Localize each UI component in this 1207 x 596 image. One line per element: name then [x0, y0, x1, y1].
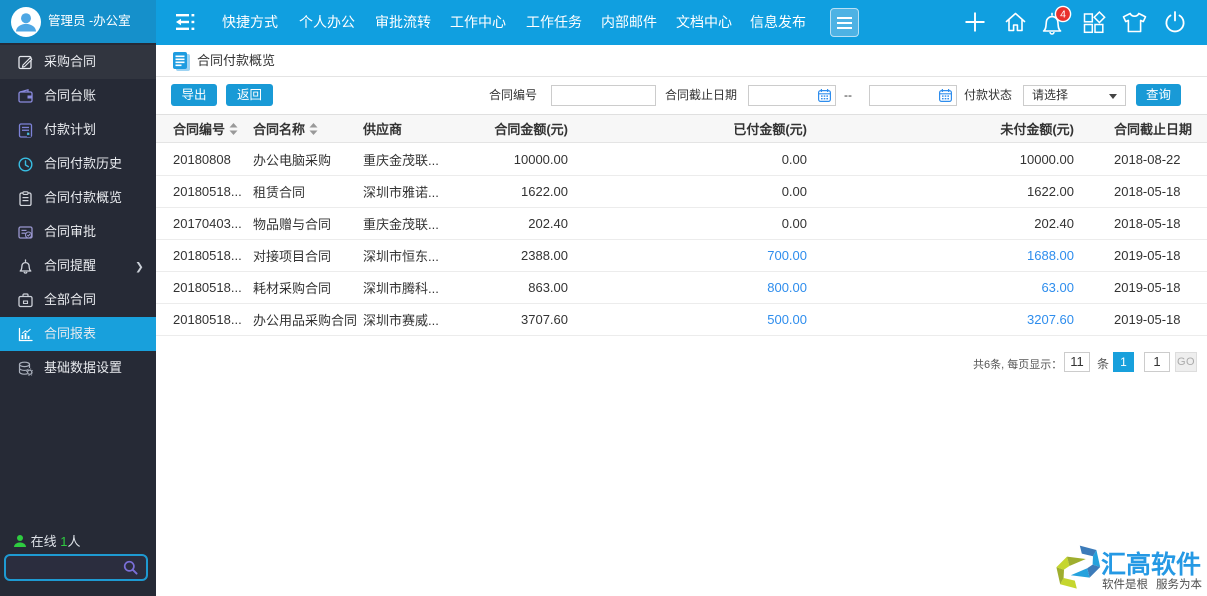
svg-text:4: 4 [1060, 9, 1066, 21]
